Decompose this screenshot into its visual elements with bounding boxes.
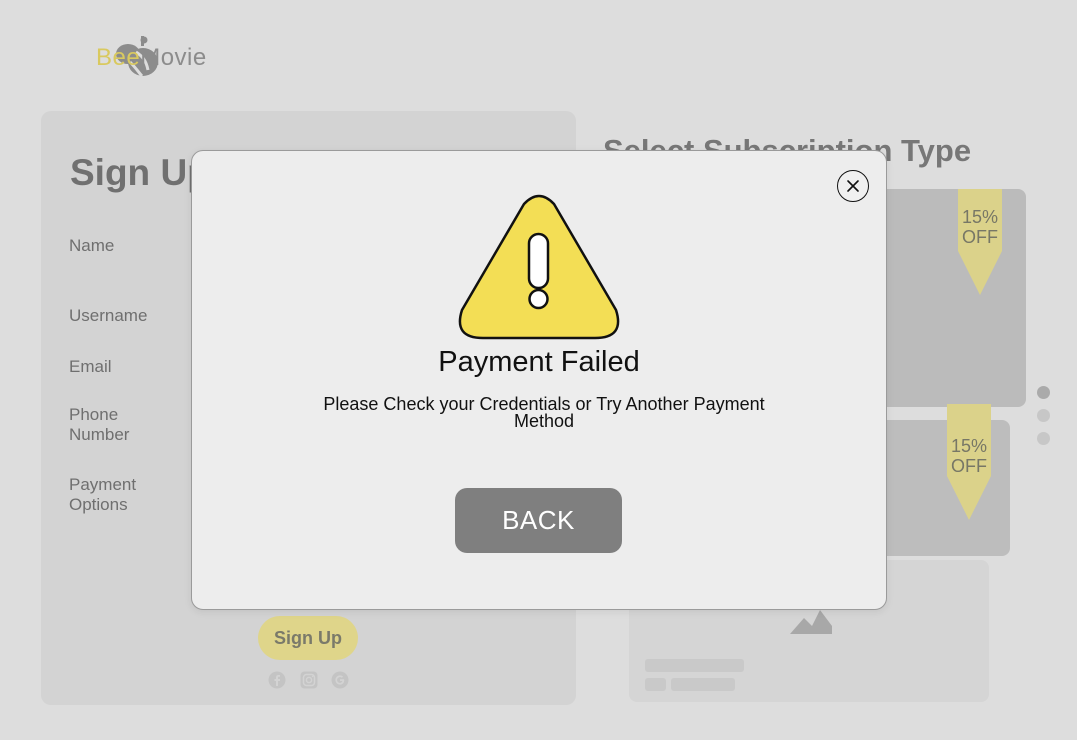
facebook-icon[interactable] [268,671,286,689]
email-label: Email [69,357,112,376]
discount-label: 15% OFF [950,436,988,476]
discount-ribbon: 15% OFF [958,189,1002,297]
carousel-dot[interactable] [1037,409,1050,422]
close-icon [847,180,859,192]
text-skeleton [671,678,735,691]
dialog-message: Please Check your Credentials or Try Ano… [323,394,765,431]
close-button[interactable] [837,170,869,202]
signup-button[interactable]: Sign Up [258,616,358,660]
name-label: Name [69,236,115,255]
text-skeleton [645,659,744,672]
carousel-dot-active[interactable] [1037,386,1050,399]
phone-number-label: Phone Number [69,405,130,444]
text-skeleton [645,678,666,691]
username-label: Username [69,306,148,325]
brand-name: BeeMovie [96,44,207,72]
instagram-icon[interactable] [300,671,318,689]
brand-name-movie: Movie [140,44,207,71]
dialog-title: Payment Failed [438,346,640,378]
back-button[interactable]: BACK [455,488,622,553]
brand-name-bee: Bee [96,44,141,71]
google-icon[interactable] [331,671,349,689]
warning-icon [458,194,620,340]
discount-label: 15% OFF [961,207,999,247]
payment-options-label: Payment Options [69,475,137,514]
carousel-dot[interactable] [1037,432,1050,445]
signup-title: Sign Up [70,152,210,193]
discount-ribbon: 15% OFF [947,404,991,520]
image-placeholder-icon [790,610,832,634]
